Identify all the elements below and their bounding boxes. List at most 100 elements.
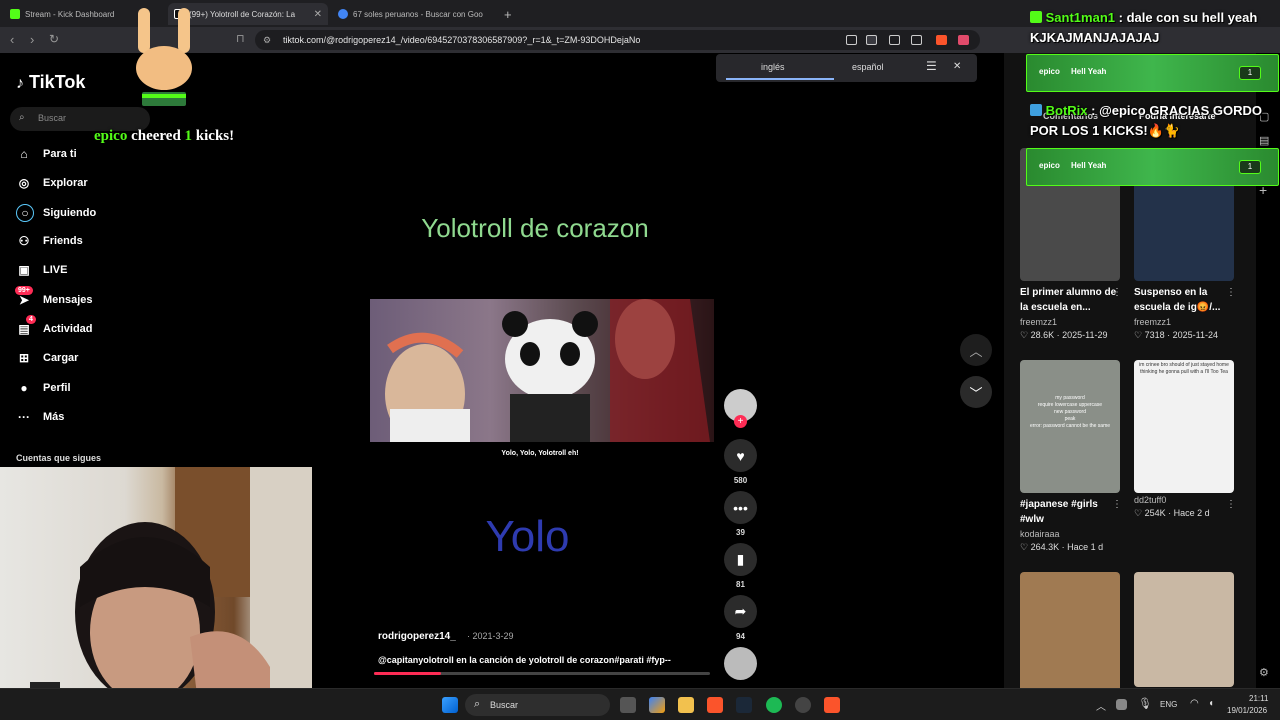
- card-more-icon[interactable]: ⋮: [1226, 499, 1236, 510]
- wifi-icon[interactable]: ◠: [1190, 698, 1199, 709]
- windows-start-icon[interactable]: [442, 697, 458, 713]
- sidebar-item-upload[interactable]: ⊞ Cargar: [16, 350, 79, 366]
- previous-video-button[interactable]: ︿: [960, 334, 992, 366]
- card-author[interactable]: dd2tuff0: [1134, 495, 1234, 505]
- taskbar-search[interactable]: ⌕ Buscar: [465, 694, 610, 716]
- brave-beta-icon[interactable]: [824, 697, 840, 713]
- sidebar-item-messages[interactable]: ➤ Mensajes 99+: [15, 286, 93, 308]
- save-button[interactable]: ▮: [724, 543, 757, 576]
- video-progress-fill: [374, 672, 442, 675]
- close-tab-icon[interactable]: ✕: [314, 9, 322, 20]
- clock-date[interactable]: 19/01/2026: [1227, 706, 1267, 715]
- sidebar-item-live[interactable]: ▣ LIVE: [16, 262, 67, 278]
- task-view-icon[interactable]: [620, 697, 636, 713]
- card-more-icon[interactable]: ⋮: [1112, 287, 1122, 298]
- clock-time[interactable]: 21:11: [1249, 694, 1268, 703]
- recommended-video-card[interactable]: im crinee bro should of just stayed home…: [1134, 360, 1236, 519]
- share-icon[interactable]: [911, 35, 922, 45]
- file-explorer-icon[interactable]: [678, 697, 694, 713]
- card-more-icon[interactable]: ⋮: [1226, 287, 1236, 298]
- video-caption: @capitanyolotroll en la canción de yolot…: [378, 655, 671, 665]
- card-author[interactable]: freemzz1: [1020, 317, 1120, 327]
- translate-popup: inglés español ☰ ✕: [716, 54, 977, 82]
- brave-rewards-icon[interactable]: [958, 35, 969, 45]
- follow-plus-icon[interactable]: +: [734, 415, 747, 428]
- sidebar-item-more[interactable]: ··· Más: [16, 409, 64, 425]
- card-author[interactable]: kodairaaa: [1020, 529, 1120, 539]
- obs-icon[interactable]: [795, 697, 811, 713]
- following-icon: ○: [16, 204, 34, 222]
- sidebar-item-following[interactable]: ○ Siguiendo: [16, 204, 96, 222]
- heart-icon: ♥: [736, 447, 745, 464]
- card-author[interactable]: freemzz1: [1134, 317, 1234, 327]
- share-button[interactable]: ➦: [724, 595, 757, 628]
- tray-app-icon[interactable]: [1116, 699, 1127, 710]
- card-title[interactable]: Suspenso en la escuela de ig😡/...: [1134, 285, 1234, 315]
- spotify-icon[interactable]: [766, 697, 782, 713]
- copilot-icon[interactable]: [649, 697, 665, 713]
- kick-alert-banner: epico Hell Yeah 1: [1026, 54, 1279, 92]
- back-icon[interactable]: ‹: [10, 32, 14, 47]
- bot-badge-icon: [1030, 104, 1042, 116]
- next-video-button[interactable]: ﹀: [960, 376, 992, 408]
- forward-icon[interactable]: ›: [30, 32, 34, 47]
- recommended-video-card[interactable]: [1134, 572, 1234, 687]
- lang-target-tab[interactable]: español: [852, 62, 884, 72]
- video-thumbnail[interactable]: im crinee bro should of just stayed home…: [1134, 360, 1234, 493]
- screenshot-icon[interactable]: [889, 35, 900, 45]
- video-thumbnail[interactable]: [1134, 572, 1234, 687]
- settings-gear-icon[interactable]: ⚙: [1259, 666, 1269, 679]
- reader-mode-icon[interactable]: [846, 35, 857, 45]
- recommended-video-card[interactable]: [1020, 572, 1120, 705]
- card-title[interactable]: #japanese #girls #wlw: [1020, 497, 1120, 527]
- cheer-end: kicks!: [192, 128, 235, 144]
- sidebar-item-label: Explorar: [43, 177, 88, 189]
- sidebar-item-profile[interactable]: ● Perfil: [16, 380, 70, 396]
- kick-alert-text: Hell Yeah: [1071, 161, 1107, 170]
- card-title[interactable]: El primer alumno de la escuela en...: [1020, 285, 1120, 315]
- sidebar-item-label: LIVE: [43, 264, 68, 276]
- chat-badge-icon: [1030, 11, 1042, 23]
- tray-chevron-icon[interactable]: ︿: [1096, 698, 1106, 713]
- card-stats: ♡ 7318 · 2025-11-24: [1134, 330, 1218, 340]
- kick-alert-count: 1: [1239, 160, 1261, 174]
- site-settings-icon[interactable]: ⚙: [263, 35, 271, 46]
- reload-icon[interactable]: ↻: [49, 32, 59, 46]
- translate-icon[interactable]: [866, 35, 877, 45]
- music-disc-icon[interactable]: [724, 647, 757, 680]
- thumbnail-caption: im crinee bro should of just stayed home…: [1139, 362, 1229, 375]
- video-thumbnail[interactable]: [1020, 572, 1120, 705]
- new-tab-button[interactable]: +: [498, 3, 518, 25]
- steam-icon[interactable]: [736, 697, 752, 713]
- close-icon[interactable]: ✕: [953, 61, 961, 72]
- bookmark-icon[interactable]: ⊓: [236, 32, 245, 45]
- sidebar-item-compass[interactable]: ◎ Explorar: [16, 175, 88, 191]
- chat-separator: :: [1087, 103, 1100, 118]
- sidebar-item-home[interactable]: ⌂ Para ti: [16, 146, 76, 162]
- sidebar-item-label: Friends: [43, 235, 83, 247]
- brave-shields-icon[interactable]: [936, 35, 947, 45]
- recommended-video-card[interactable]: my password require lowercase uppercase …: [1020, 360, 1122, 553]
- lang-source-tab[interactable]: inglés: [761, 62, 785, 72]
- tiktok-note-icon: ♪: [16, 75, 24, 92]
- sidebar-item-activity[interactable]: ▤ Actividad 4: [16, 315, 93, 337]
- video-progress-bar[interactable]: [374, 672, 710, 675]
- card-stats: ♡ 264.3K · Hace 1 d: [1020, 542, 1104, 552]
- language-indicator[interactable]: ENG: [1160, 700, 1177, 709]
- microphone-icon[interactable]: 🎙: [1138, 697, 1152, 710]
- tab-google-search[interactable]: 67 soles peruanos - Buscar con Goo: [332, 3, 496, 25]
- chevron-down-icon: ﹀: [969, 385, 983, 401]
- card-more-icon[interactable]: ⋮: [1112, 499, 1122, 510]
- tiktok-logo[interactable]: ♪ TikTok: [16, 72, 85, 93]
- video-author[interactable]: rodrigoperez14_: [378, 631, 456, 642]
- sidebar-item-friends[interactable]: ⚇ Friends: [16, 233, 83, 249]
- like-button[interactable]: ♥: [724, 439, 757, 472]
- volume-icon[interactable]: ◖: [1208, 698, 1214, 709]
- comment-button[interactable]: •••: [724, 491, 757, 524]
- brave-icon[interactable]: [707, 697, 723, 713]
- heart-outline-icon: ♡: [1134, 330, 1145, 340]
- kick-alert-user: epico: [1039, 67, 1060, 76]
- video-thumbnail[interactable]: my password require lowercase uppercase …: [1020, 360, 1120, 493]
- menu-icon[interactable]: ☰: [926, 59, 937, 73]
- video-frame[interactable]: [370, 299, 714, 449]
